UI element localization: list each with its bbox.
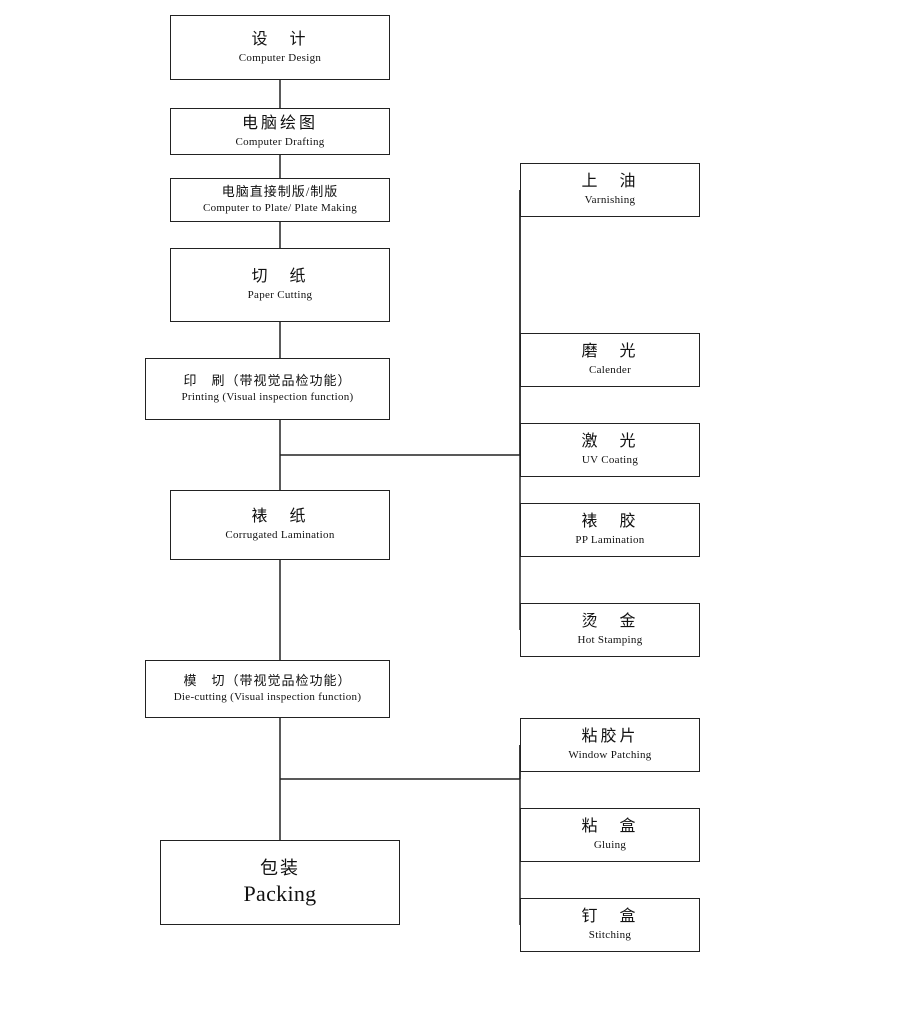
flowchart-diagram: 设 计 Computer Design 电脑绘图 Computer Drafti… bbox=[0, 0, 900, 1030]
node-stitching: 钉 盒 Stitching bbox=[520, 898, 700, 952]
node-corrugated: 裱 纸 Corrugated Lamination bbox=[170, 490, 390, 560]
node-computer-drafting: 电脑绘图 Computer Drafting bbox=[170, 108, 390, 155]
node-calender: 磨 光 Calender bbox=[520, 333, 700, 387]
connector-lines bbox=[0, 0, 900, 1030]
node-computer-design: 设 计 Computer Design bbox=[170, 15, 390, 80]
node-pp-lamination: 裱 胶 PP Lamination bbox=[520, 503, 700, 557]
node-varnishing: 上 油 Varnishing bbox=[520, 163, 700, 217]
node-hot-stamping: 烫 金 Hot Stamping bbox=[520, 603, 700, 657]
node-die-cutting: 模 切（带视觉品检功能） Die-cutting (Visual inspect… bbox=[145, 660, 390, 718]
node-plate-making: 电脑直接制版/制版 Computer to Plate/ Plate Makin… bbox=[170, 178, 390, 222]
node-packing: 包装 Packing bbox=[160, 840, 400, 925]
node-paper-cutting: 切 纸 Paper Cutting bbox=[170, 248, 390, 322]
node-printing: 印 刷（带视觉品检功能） Printing (Visual inspection… bbox=[145, 358, 390, 420]
node-gluing: 粘 盒 Gluing bbox=[520, 808, 700, 862]
node-uv-coating: 激 光 UV Coating bbox=[520, 423, 700, 477]
node-window-patching: 粘胶片 Window Patching bbox=[520, 718, 700, 772]
